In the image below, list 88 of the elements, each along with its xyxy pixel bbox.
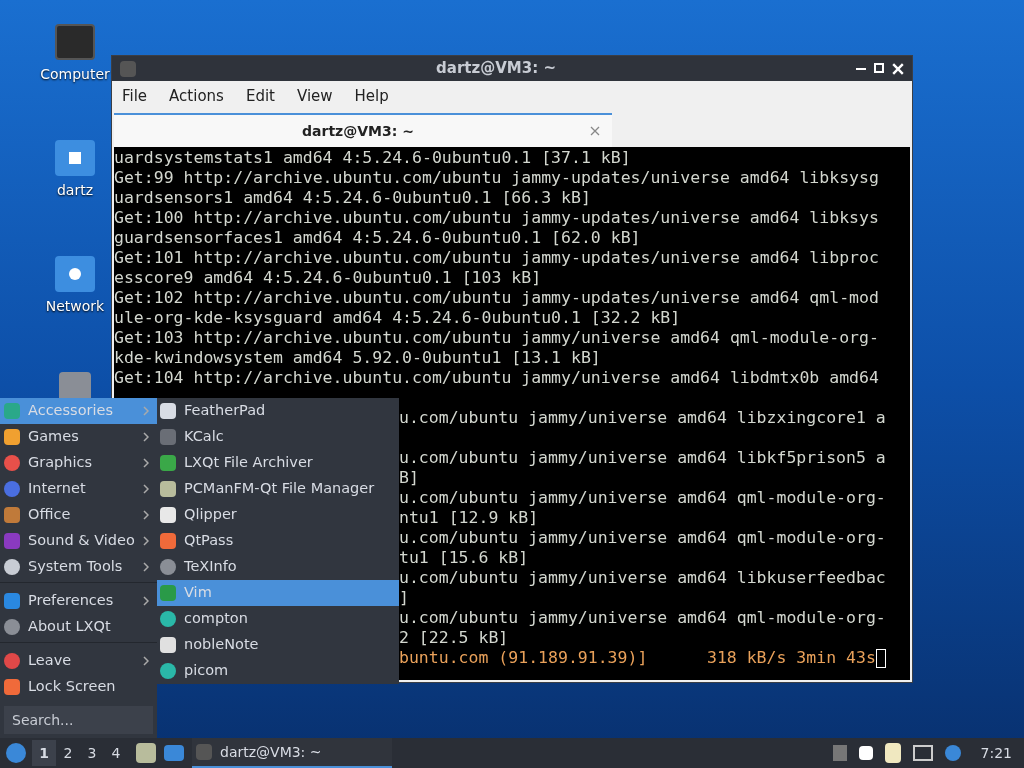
submenu-item[interactable]: KCalc bbox=[157, 424, 399, 450]
menu-category[interactable]: Office bbox=[0, 502, 157, 528]
terminal-line: ule-org-kde-ksysguard amd64 4:5.24.6-0ubuntu0.1 [32.2 kB] bbox=[114, 308, 681, 327]
menu-category[interactable]: Sound & Video bbox=[0, 528, 157, 554]
app-icon bbox=[160, 429, 176, 445]
close-icon[interactable] bbox=[892, 62, 904, 75]
menu-category[interactable]: Preferences bbox=[0, 588, 157, 614]
menu-category[interactable]: Graphics bbox=[0, 450, 157, 476]
submenu-item[interactable]: picom bbox=[157, 658, 399, 684]
download-progress-line: buntu.com (91.189.91.39)] 318 kB/s 3min 43s bbox=[399, 648, 876, 668]
menu-category[interactable]: Leave bbox=[0, 648, 157, 674]
menu-category[interactable]: Internet bbox=[0, 476, 157, 502]
menu-category[interactable]: System Tools bbox=[0, 554, 157, 580]
terminal-line: u.com/ubuntu jammy/universe amd64 libzxingcore1 a bbox=[399, 408, 886, 427]
app-icon bbox=[160, 507, 176, 523]
terminal-line: B] bbox=[399, 468, 419, 487]
app-icon bbox=[160, 559, 176, 575]
menu-category[interactable]: Lock Screen bbox=[0, 674, 157, 700]
app-icon bbox=[4, 653, 20, 669]
menu-item[interactable]: View bbox=[296, 84, 333, 108]
terminal-line: kde-kwindowsystem amd64 5.92.0-0ubuntu1 [13.1 kB] bbox=[114, 348, 601, 367]
app-icon bbox=[4, 507, 20, 523]
terminal-tab[interactable]: dartz@VM3: ~ bbox=[114, 113, 612, 147]
terminal-line: tu1 [15.6 kB] bbox=[399, 548, 529, 567]
app-icon bbox=[160, 585, 176, 601]
app-icon bbox=[4, 559, 20, 575]
menu-item[interactable]: Edit bbox=[245, 84, 275, 108]
app-icon bbox=[4, 481, 20, 497]
terminal-line: u.com/ubuntu jammy/universe amd64 libkuserfeedbac bbox=[399, 568, 886, 587]
maximize-icon[interactable] bbox=[874, 62, 884, 73]
desktop-icon-label[interactable]: Computer bbox=[40, 64, 110, 84]
submenu-item[interactable]: TeXInfo bbox=[157, 554, 399, 580]
submenu-item[interactable]: LXQt File Archiver bbox=[157, 450, 399, 476]
window-title: dartz@VM3: ~ bbox=[435, 58, 557, 80]
menu-item[interactable]: File bbox=[122, 84, 148, 108]
minimize-icon[interactable] bbox=[856, 67, 866, 70]
terminal-line: u.com/ubuntu jammy/universe amd64 qml-module-org- bbox=[399, 488, 886, 507]
network-folder-icon bbox=[55, 256, 95, 292]
terminal-line: uardsystemstats1 amd64 4:5.24.6-0ubuntu0.1 [37.1 kB] bbox=[114, 148, 631, 167]
submenu-item[interactable]: Qlipper bbox=[157, 502, 399, 528]
app-icon bbox=[160, 637, 176, 653]
app-icon bbox=[4, 619, 20, 635]
search-field[interactable]: Search... bbox=[4, 706, 153, 734]
workspace-switch[interactable]: 4 bbox=[104, 740, 128, 766]
terminal-line: u.com/ubuntu jammy/universe amd64 qml-module-org- bbox=[399, 608, 886, 627]
terminal-line: u.com/ubuntu jammy/universe amd64 qml-module-org- bbox=[399, 528, 886, 547]
submenu-item[interactable]: compton bbox=[157, 606, 399, 632]
close-tab-icon[interactable] bbox=[590, 126, 600, 136]
app-icon bbox=[160, 403, 176, 419]
desktop-icon-label[interactable]: Network bbox=[45, 296, 105, 316]
terminal-line: Get:99 http://archive.ubuntu.com/ubuntu jammy-updates/universe amd64 libksysg bbox=[114, 168, 879, 187]
terminal-line: Get:102 http://archive.ubuntu.com/ubuntu jammy-updates/universe amd64 qml-mod bbox=[114, 288, 879, 307]
clock[interactable]: 7:21 bbox=[980, 742, 1012, 764]
app-icon bbox=[4, 593, 20, 609]
app-icon bbox=[4, 403, 20, 419]
terminal-line: Get:103 http://archive.ubuntu.com/ubuntu jammy/universe amd64 qml-module-org- bbox=[114, 328, 879, 347]
workspace-switch[interactable]: 2 bbox=[56, 740, 80, 766]
terminal-line: ntu1 [12.9 kB] bbox=[399, 508, 539, 527]
workspace-switch[interactable]: 3 bbox=[80, 740, 104, 766]
terminal-line: Get:100 http://archive.ubuntu.com/ubuntu jammy-updates/universe amd64 libksys bbox=[114, 208, 879, 227]
menu-category[interactable]: Games bbox=[0, 424, 157, 450]
app-icon bbox=[160, 611, 176, 627]
terminal-line: uardsensors1 amd64 4:5.24.6-0ubuntu0.1 [66.3 kB] bbox=[114, 188, 591, 207]
submenu-item[interactable]: QtPass bbox=[157, 528, 399, 554]
desktop-icon-label[interactable]: dartz bbox=[56, 180, 94, 200]
terminal-line: u.com/ubuntu jammy/universe amd64 libkf5prison5 a bbox=[399, 448, 886, 467]
terminal-line: guardsensorfaces1 amd64 4:5.24.6-0ubuntu0.1 [62.0 kB] bbox=[114, 228, 641, 247]
app-icon bbox=[160, 455, 176, 471]
menu-item[interactable]: Actions bbox=[169, 84, 224, 108]
taskbar-task[interactable]: dartz@VM3: ~ bbox=[192, 738, 392, 768]
terminal-line: esscore9 amd64 4:5.24.6-0ubuntu0.1 [103 kB] bbox=[114, 268, 542, 287]
terminal-line: Get:101 http://archive.ubuntu.com/ubuntu jammy-updates/universe amd64 libproc bbox=[114, 248, 879, 267]
terminal-line: 2 [22.5 kB] bbox=[399, 628, 509, 647]
app-icon bbox=[4, 429, 20, 445]
terminal-line: Get:104 http://archive.ubuntu.com/ubuntu jammy/universe amd64 libdmtx0b amd64 bbox=[114, 368, 879, 387]
menu-category[interactable]: About LXQt bbox=[0, 614, 157, 640]
submenu-item[interactable]: nobleNote bbox=[157, 632, 399, 658]
app-icon bbox=[160, 481, 176, 497]
submenu-item[interactable]: PCManFM-Qt File Manager bbox=[157, 476, 399, 502]
terminal-line: ] bbox=[399, 588, 409, 607]
menu-item[interactable]: Help bbox=[354, 84, 389, 108]
submenu-item[interactable]: FeatherPad bbox=[157, 398, 399, 424]
cursor bbox=[875, 648, 886, 668]
home-folder-icon bbox=[55, 140, 95, 176]
app-icon bbox=[4, 455, 20, 471]
app-icon bbox=[4, 533, 20, 549]
workspace-switch[interactable]: 1 bbox=[32, 740, 56, 766]
monitor-icon bbox=[55, 24, 95, 60]
